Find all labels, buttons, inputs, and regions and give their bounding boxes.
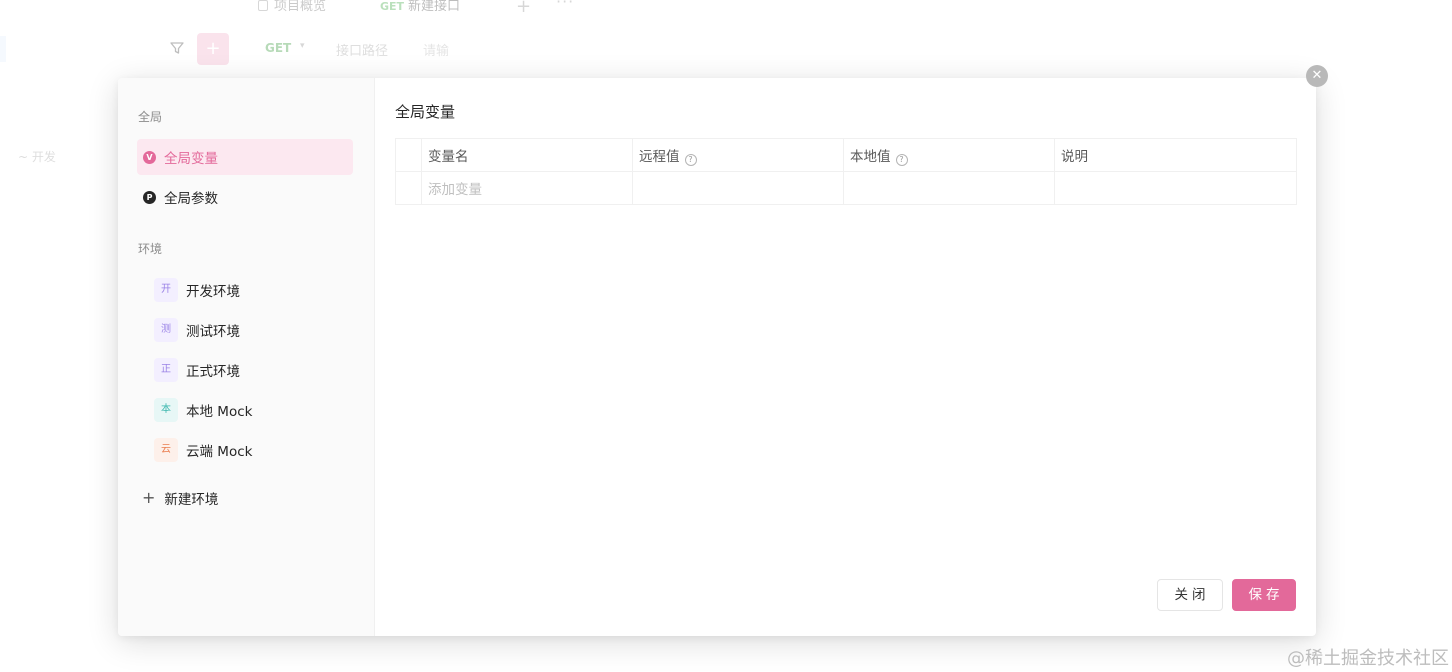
variable-icon: V — [143, 150, 156, 164]
add-variable-input[interactable]: 添加变量 — [421, 171, 633, 205]
env-item-test[interactable]: 测 测试环境 — [154, 315, 240, 345]
env-badge: 开 — [154, 278, 178, 302]
table-row: 添加变量 — [395, 171, 1297, 205]
section-label-environment: 环境 — [138, 242, 163, 256]
env-item-dev[interactable]: 开 开发环境 — [154, 275, 240, 305]
table-header-row: 变量名 远程值? 本地值? 说明 — [395, 138, 1297, 172]
url-input[interactable]: 接口路径 — [336, 40, 388, 59]
sidebar-item-label: 全局参数 — [164, 191, 218, 207]
sidebar-item-label: 全局变量 — [164, 151, 218, 167]
column-header-local: 本地值? — [843, 138, 1055, 172]
close-icon[interactable]: ✕ — [1306, 65, 1328, 87]
column-header-label: 变量名 — [428, 149, 469, 165]
background-edge — [0, 36, 6, 62]
save-button[interactable]: 保存 — [1232, 579, 1296, 611]
env-label: 本地 Mock — [186, 404, 253, 420]
add-button[interactable]: + — [197, 33, 229, 65]
parameter-icon: P — [143, 190, 156, 204]
sidebar-item-global-variables[interactable]: V 全局变量 — [137, 139, 353, 175]
environment-dialog: 全局 V 全局变量 P 全局参数 环境 开 开发环境 测 测试环境 正 正式环境… — [118, 78, 1316, 636]
help-icon[interactable]: ? — [895, 153, 908, 166]
env-badge: 本 — [154, 398, 178, 422]
page-title: 全局变量 — [395, 103, 456, 121]
drag-handle-header — [395, 138, 422, 172]
env-item-local-mock[interactable]: 本 本地 Mock — [154, 395, 252, 425]
tab-method: GET — [380, 0, 405, 13]
tab-label: 新建接口 — [408, 0, 461, 14]
column-header-remote: 远程值? — [632, 138, 844, 172]
tab-label: 项目概览 — [274, 0, 327, 14]
tab-project-overview[interactable]: 项目概览 — [258, 0, 326, 16]
background-sidebar-hint: ~ 开发 — [18, 150, 56, 164]
method-select[interactable]: GET — [265, 41, 291, 55]
local-value-input[interactable] — [843, 171, 1055, 205]
env-item-prod[interactable]: 正 正式环境 — [154, 355, 240, 385]
watermark: @稀土掘金技术社区 — [1287, 648, 1449, 669]
column-header-name: 变量名 — [421, 138, 633, 172]
column-header-label: 说明 — [1061, 149, 1088, 165]
variables-table: 变量名 远程值? 本地值? 说明 添加变量 — [395, 138, 1297, 205]
drag-handle — [395, 171, 422, 205]
new-environment-button[interactable]: + 新建环境 — [142, 488, 219, 509]
more-icon[interactable]: ··· — [556, 0, 574, 11]
env-label: 测试环境 — [186, 324, 240, 340]
sidebar-item-global-params[interactable]: P 全局参数 — [137, 179, 353, 215]
env-badge: 云 — [154, 438, 178, 462]
env-badge: 正 — [154, 358, 178, 382]
column-header-label: 本地值 — [850, 148, 891, 165]
dialog-sidebar: 全局 V 全局变量 P 全局参数 环境 开 开发环境 测 测试环境 正 正式环境… — [118, 78, 375, 636]
plus-icon: + — [142, 488, 156, 507]
add-tab-icon[interactable]: + — [516, 0, 531, 17]
env-badge: 测 — [154, 318, 178, 342]
env-item-cloud-mock[interactable]: 云 云端 Mock — [154, 435, 252, 465]
dialog-main: 全局变量 变量名 远程值? 本地值? 说明 添加变量 关闭 保存 — [375, 78, 1316, 636]
description-input[interactable] — [1054, 171, 1297, 205]
column-header-description: 说明 — [1054, 138, 1297, 172]
new-environment-label: 新建环境 — [164, 492, 219, 508]
section-label-global: 全局 — [138, 110, 163, 124]
url-extra: 请输 — [423, 44, 450, 59]
document-icon — [258, 0, 268, 11]
filter-icon[interactable] — [169, 40, 185, 56]
remote-value-input[interactable] — [632, 171, 844, 205]
env-label: 云端 Mock — [186, 444, 253, 460]
help-icon[interactable]: ? — [684, 153, 697, 166]
chevron-down-icon: ▾ — [300, 41, 305, 51]
env-label: 正式环境 — [186, 364, 240, 380]
env-label: 开发环境 — [186, 284, 240, 300]
column-header-label: 远程值 — [639, 148, 680, 165]
close-button[interactable]: 关闭 — [1157, 579, 1223, 611]
tab-new-api[interactable]: GET 新建接口 — [380, 0, 460, 16]
